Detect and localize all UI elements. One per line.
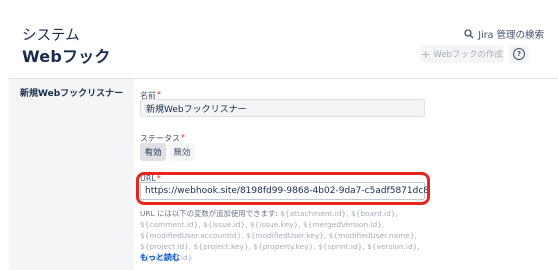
- search-icon: [464, 29, 474, 39]
- plus-icon: +: [421, 47, 431, 61]
- question-icon: ?: [513, 48, 525, 60]
- help-intro: URL には以下の変数が追加使用できます:: [140, 209, 278, 218]
- url-input[interactable]: https://webhook.site/8198fd99-9868-4b02-…: [140, 182, 429, 200]
- create-webhook-button[interactable]: + Webフックの作成: [420, 45, 504, 63]
- help-button[interactable]: ?: [509, 45, 529, 63]
- create-webhook-label: Webフックの作成: [433, 50, 503, 60]
- page-title: Webフック: [22, 47, 111, 66]
- breadcrumb[interactable]: システム: [22, 24, 80, 45]
- url-variables-help: URL には以下の変数が追加使用できます: ${attachment.id}, …: [140, 208, 440, 263]
- status-label-text: ステータス: [140, 134, 180, 143]
- sidebar-item-new-listener[interactable]: 新規Webフックリスナー: [20, 86, 123, 99]
- status-disabled-button[interactable]: 無効: [169, 143, 195, 161]
- name-input[interactable]: 新規Webフックリスナー: [140, 99, 425, 117]
- status-enabled-button[interactable]: 有効: [140, 143, 166, 161]
- jira-admin-search-link[interactable]: Jira 管理の検索: [464, 27, 544, 41]
- required-mark: *: [157, 90, 161, 99]
- read-more-link[interactable]: もっと読む: [140, 252, 180, 263]
- sidebar: 新規Webフックリスナー: [9, 78, 134, 270]
- search-link-label: Jira 管理の検索: [478, 30, 544, 41]
- required-mark: *: [181, 133, 185, 142]
